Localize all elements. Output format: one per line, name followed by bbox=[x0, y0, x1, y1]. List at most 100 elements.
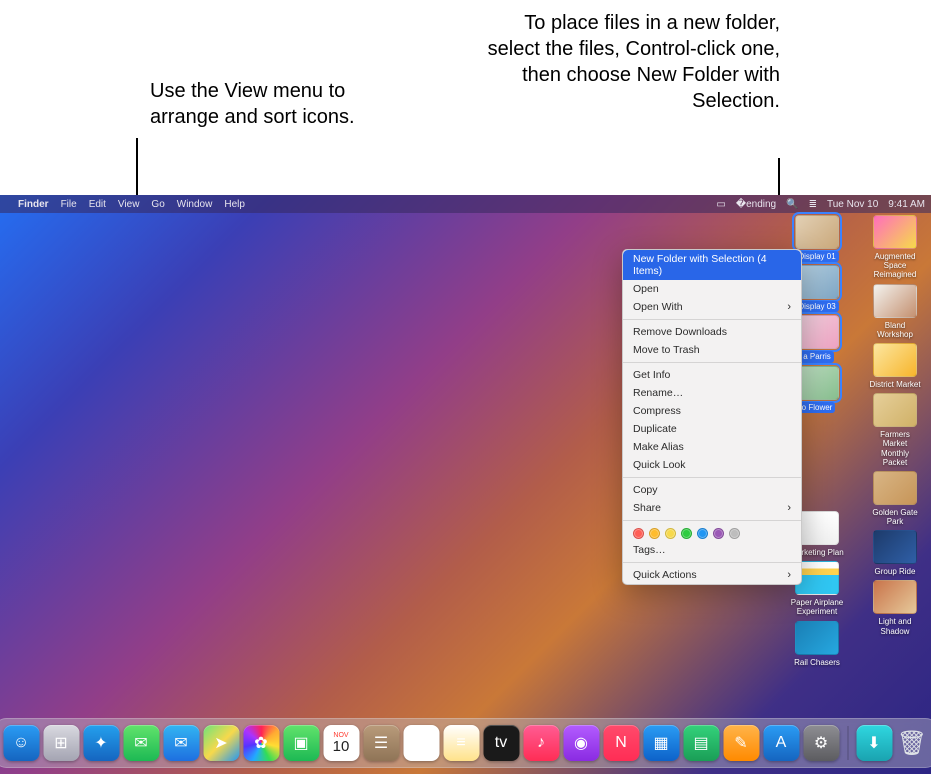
dock-app-facetime[interactable]: ▣ bbox=[283, 725, 319, 761]
menubar-app-name[interactable]: Finder bbox=[18, 199, 49, 210]
dock-app-keynote[interactable]: ▦ bbox=[643, 725, 679, 761]
context-menu-item-label: Move to Trash bbox=[633, 344, 700, 356]
file-label: Golden Gate Park bbox=[865, 507, 925, 527]
separator bbox=[623, 362, 801, 363]
dock-separator bbox=[847, 726, 848, 760]
context-menu-item[interactable]: Duplicate bbox=[623, 420, 801, 438]
context-menu-item[interactable]: Quick Actions bbox=[623, 566, 801, 584]
context-menu: New Folder with Selection (4 Items) Open O… bbox=[622, 249, 802, 585]
dock-app-settings[interactable]: ⚙ bbox=[803, 725, 839, 761]
file-label: Farmers Market Monthly Packet bbox=[865, 429, 925, 468]
dock-app-reminders[interactable]: ☰ bbox=[403, 725, 439, 761]
dock-app-downloads[interactable]: ⬇ bbox=[856, 725, 892, 761]
file-label: Bland Workshop bbox=[865, 320, 925, 340]
dock-app-contacts[interactable]: ☰ bbox=[363, 725, 399, 761]
context-menu-item[interactable]: Copy bbox=[623, 481, 801, 499]
context-menu-item-label: Remove Downloads bbox=[633, 326, 727, 338]
context-menu-item[interactable]: New Folder with Selection (4 Items) bbox=[623, 250, 801, 280]
dock-app-launchpad[interactable]: ⊞ bbox=[43, 725, 79, 761]
dock-app-safari[interactable]: ✦ bbox=[83, 725, 119, 761]
menu-view[interactable]: View bbox=[118, 199, 140, 210]
context-menu-item[interactable]: Quick Look bbox=[623, 456, 801, 474]
menu-bar: Finder File Edit View Go Window Help ▭ �… bbox=[0, 195, 931, 213]
tag-color-dot[interactable] bbox=[697, 528, 708, 539]
menu-help[interactable]: Help bbox=[224, 199, 245, 210]
dock-app-finder[interactable]: ☺ bbox=[3, 725, 39, 761]
context-menu-item-label: Get Info bbox=[633, 369, 670, 381]
file-label: o Flower bbox=[799, 402, 836, 413]
menubar-date[interactable]: Tue Nov 10 bbox=[827, 199, 878, 210]
dock-app-photos[interactable]: ✿ bbox=[243, 725, 279, 761]
desktop-file[interactable]: Light and Shadow bbox=[865, 580, 925, 636]
context-menu-item-label: Quick Actions bbox=[633, 569, 697, 581]
file-label: a Parris bbox=[800, 351, 834, 362]
context-menu-item[interactable]: Open bbox=[623, 280, 801, 298]
file-label: Rail Chasers bbox=[791, 657, 843, 668]
context-menu-item-label: Copy bbox=[633, 484, 658, 496]
dock-app-pages[interactable]: ✎ bbox=[723, 725, 759, 761]
context-menu-item[interactable]: Tags… bbox=[623, 541, 801, 559]
tag-color-dot[interactable] bbox=[633, 528, 644, 539]
desktop-file[interactable]: District Market bbox=[865, 343, 925, 390]
context-menu-item[interactable]: Open With bbox=[623, 298, 801, 316]
context-menu-item-label: Compress bbox=[633, 405, 681, 417]
context-menu-item-label: Share bbox=[633, 502, 661, 514]
dock-app-calendar[interactable]: NOV10 bbox=[323, 725, 359, 761]
tag-color-dot[interactable] bbox=[649, 528, 660, 539]
file-label: District Market bbox=[866, 379, 923, 390]
desktop-file[interactable]: Golden Gate Park bbox=[865, 471, 925, 527]
tag-color-dot[interactable] bbox=[665, 528, 676, 539]
dock-app-mail[interactable]: ✉ bbox=[163, 725, 199, 761]
desktop-file[interactable]: Bland Workshop bbox=[865, 284, 925, 340]
control-center-icon[interactable]: ≣ bbox=[809, 199, 817, 210]
tag-color-dot[interactable] bbox=[713, 528, 724, 539]
callout-new-folder: To place files in a new folder, select t… bbox=[470, 10, 780, 114]
context-menu-item[interactable]: Rename… bbox=[623, 384, 801, 402]
menu-go[interactable]: Go bbox=[151, 199, 164, 210]
dock-app-messages[interactable]: ✉ bbox=[123, 725, 159, 761]
file-thumbnail bbox=[873, 343, 917, 377]
dock-app-tv[interactable]: tv bbox=[483, 725, 519, 761]
context-menu-item[interactable]: Move to Trash bbox=[623, 341, 801, 359]
file-label: Group Ride bbox=[872, 566, 919, 577]
desktop-file[interactable]: Augmented Space Reimagined bbox=[865, 215, 925, 281]
calendar-day: 10 bbox=[333, 739, 350, 754]
dock-app-maps[interactable]: ➤ bbox=[203, 725, 239, 761]
context-menu-item-label: Open bbox=[633, 283, 659, 295]
file-thumbnail bbox=[873, 580, 917, 614]
context-menu-item[interactable]: Remove Downloads bbox=[623, 323, 801, 341]
file-label: Paper Airplane Experiment bbox=[787, 597, 847, 617]
trash-icon[interactable]: 🗑 bbox=[896, 725, 928, 761]
mac-desktop: Finder File Edit View Go Window Help ▭ �… bbox=[0, 195, 931, 774]
file-thumbnail bbox=[795, 215, 839, 249]
desktop-file[interactable]: Group Ride bbox=[865, 530, 925, 577]
file-thumbnail bbox=[873, 530, 917, 564]
separator bbox=[623, 319, 801, 320]
battery-icon[interactable]: ▭ bbox=[716, 199, 725, 210]
context-menu-item-label: Tags… bbox=[633, 544, 666, 556]
tag-color-dot[interactable] bbox=[681, 528, 692, 539]
dock-app-podcasts[interactable]: ◉ bbox=[563, 725, 599, 761]
context-menu-item-label: Quick Look bbox=[633, 459, 686, 471]
context-menu-item[interactable]: Make Alias bbox=[623, 438, 801, 456]
dock-app-appstore[interactable]: A bbox=[763, 725, 799, 761]
dock-app-numbers[interactable]: ▤ bbox=[683, 725, 719, 761]
tag-color-dot[interactable] bbox=[729, 528, 740, 539]
spotlight-icon[interactable]: 🔍 bbox=[786, 199, 798, 210]
menu-file[interactable]: File bbox=[61, 199, 77, 210]
wifi-icon[interactable]: �ending bbox=[736, 199, 776, 210]
dock-app-notes[interactable]: ≡ bbox=[443, 725, 479, 761]
file-thumbnail bbox=[873, 284, 917, 318]
desktop-file[interactable]: Rail Chasers bbox=[787, 621, 847, 668]
context-menu-item[interactable]: Get Info bbox=[623, 366, 801, 384]
dock-app-news[interactable]: N bbox=[603, 725, 639, 761]
menubar-time[interactable]: 9:41 AM bbox=[888, 199, 925, 210]
menu-edit[interactable]: Edit bbox=[89, 199, 106, 210]
desktop-file[interactable]: Farmers Market Monthly Packet bbox=[865, 393, 925, 468]
context-menu-item[interactable]: Share bbox=[623, 499, 801, 517]
file-thumbnail bbox=[795, 621, 839, 655]
context-menu-item-label: Make Alias bbox=[633, 441, 684, 453]
menu-window[interactable]: Window bbox=[177, 199, 213, 210]
dock-app-music[interactable]: ♪ bbox=[523, 725, 559, 761]
context-menu-item[interactable]: Compress bbox=[623, 402, 801, 420]
